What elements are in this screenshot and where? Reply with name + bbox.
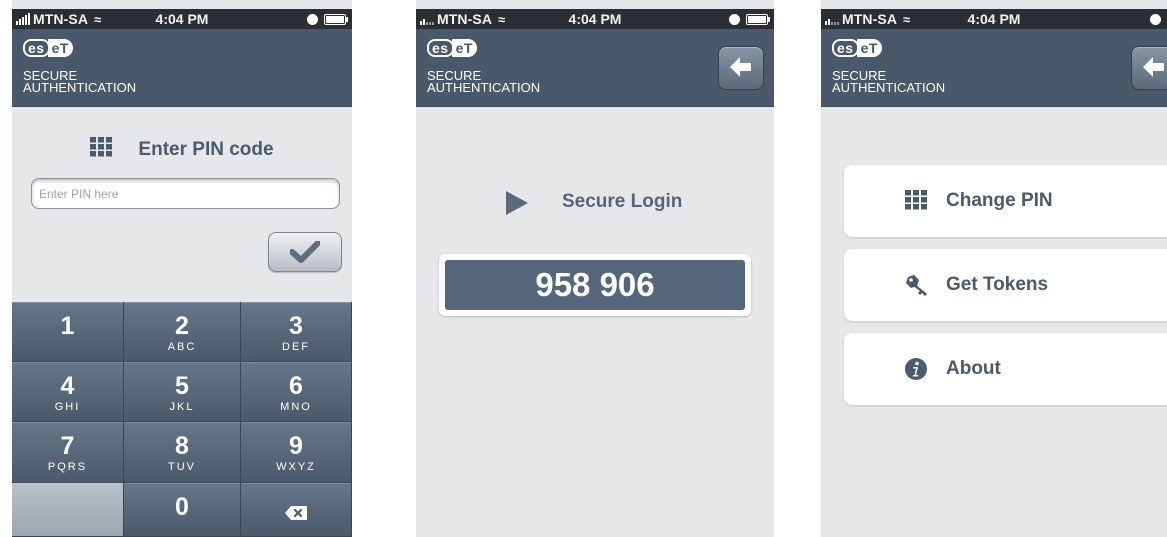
key-5[interactable]: 5 JKL [124,362,241,422]
pin-entry-screen: MTN-SA ≈ 4:04 PM es eT SECURE AUTHENTICAT… [12,0,352,537]
status-time: 4:04 PM [155,11,209,27]
key-6[interactable]: 6 MNO [241,362,352,422]
brand-title: SECURE AUTHENTICATION [23,68,137,95]
change-pin-label: Change PIN [946,190,1053,211]
about-label: About [946,358,1001,379]
backspace-icon [285,506,307,520]
eset-logo: es eT [23,39,73,57]
status-bar: MTN-SA ≈ 4:04 PM [416,9,774,29]
pin-title: Enter PIN code [12,137,352,163]
otp-code-box: 958 906 [439,254,751,316]
pin-input[interactable] [31,178,340,209]
back-button[interactable] [718,46,764,90]
rotation-lock-icon [307,13,318,25]
key-7[interactable]: 7 PQRS [12,422,124,483]
get-tokens-button[interactable]: Get Tokens [844,249,1167,321]
keypad-grid-icon [90,137,113,163]
key-1[interactable]: 1 [12,302,124,362]
secure-login-row: Secure Login [416,188,774,216]
key-9[interactable]: 9 WXYZ [241,422,352,483]
rotation-lock-icon [1150,13,1161,25]
key-blank [12,483,124,537]
battery-icon [324,13,348,25]
brand-title: SECURE AUTHENTICATION [832,68,946,95]
checkmark-icon [290,241,320,263]
app-header: es eT SECURE AUTHENTICATION [416,29,774,107]
key-2[interactable]: 2 ABC [124,302,241,362]
left-arrow-icon [1143,57,1164,77]
numeric-keypad: 1 2 ABC 3 DEF 4 GHI 5 JKL 6 MNO 7 PQRS 8 TUV 9W… [12,302,352,537]
about-button[interactable]: About [844,333,1167,405]
rotation-lock-icon [729,13,740,25]
change-pin-button[interactable]: Change PIN [844,165,1167,237]
app-header: es eT SECURE AUTHENTICATION [821,29,1167,107]
play-icon [506,191,528,215]
menu-screen: MTN-SA ≈ 4:04 PM es eT SECURE AUTHENTICAT… [821,0,1167,537]
secure-login-screen: MTN-SA ≈ 4:04 PM es eT SECURE AUTHENTICAT… [416,0,774,537]
keypad-grid-icon [905,190,927,210]
status-bar: MTN-SA ≈ 4:04 PM [12,9,352,29]
status-time: 4:04 PM [967,11,1021,27]
info-icon [905,358,927,380]
backspace-key[interactable] [241,483,352,537]
secure-login-label: Secure Login [562,191,683,212]
eset-logo: es eT [832,39,882,57]
key-4[interactable]: 4 GHI [12,362,124,422]
app-header: es eT SECURE AUTHENTICATION [12,29,352,107]
battery-icon [746,13,770,25]
confirm-pin-button[interactable] [268,232,342,272]
eset-logo: es eT [427,39,477,57]
brand-title: SECURE AUTHENTICATION [427,68,541,95]
key-0[interactable]: 0 [124,483,241,537]
otp-code: 958 906 [445,260,745,310]
get-tokens-label: Get Tokens [946,274,1049,295]
back-button[interactable] [1131,46,1167,90]
status-time: 4:04 PM [568,11,622,27]
status-bar: MTN-SA ≈ 4:04 PM [821,9,1167,29]
key-icon [906,275,927,296]
key-8[interactable]: 8 TUV [124,422,241,483]
left-arrow-icon [730,57,751,77]
key-3[interactable]: 3 DEF [241,302,352,362]
